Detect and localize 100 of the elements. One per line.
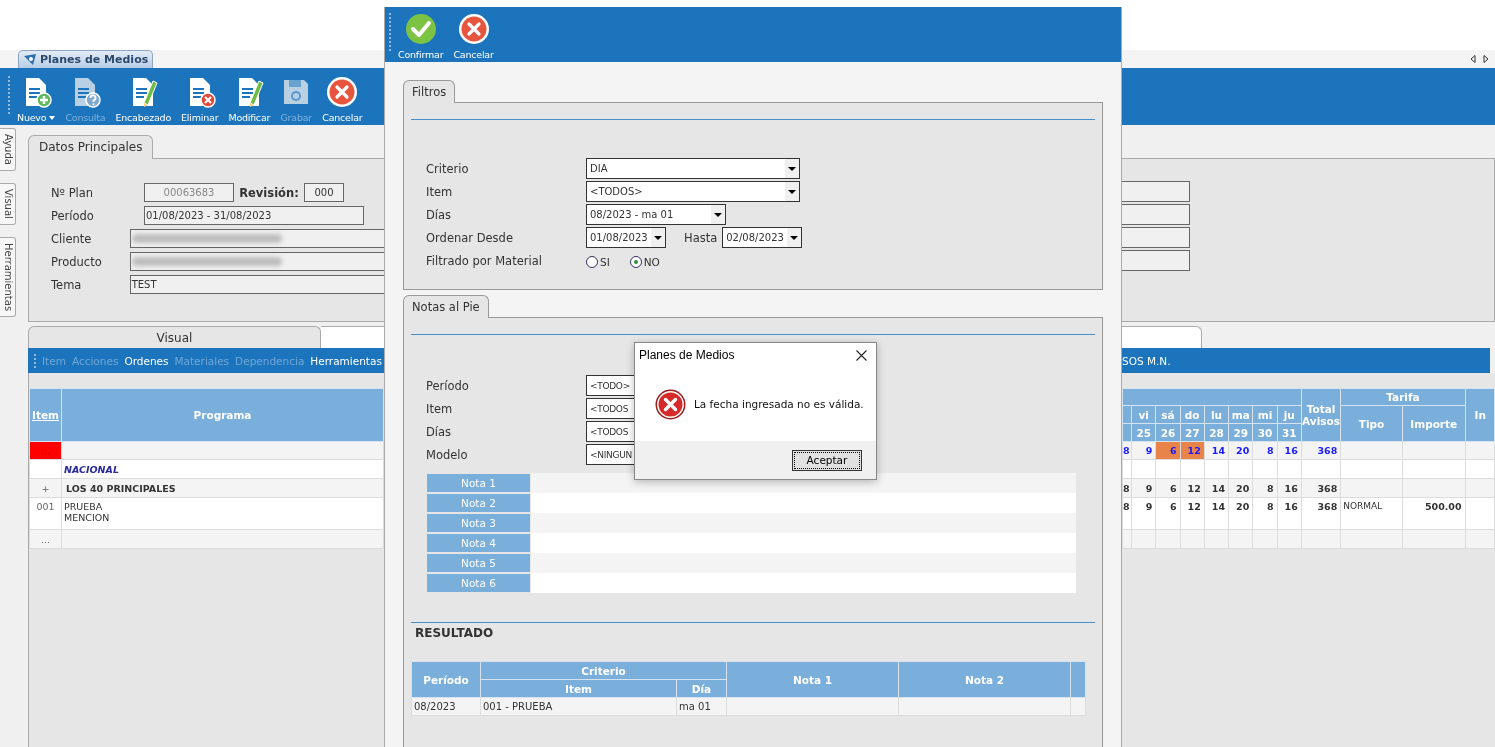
- table-cell: NORMAL: [1340, 497, 1403, 530]
- input-field[interactable]: TEST: [129, 275, 384, 294]
- column-header: Tarifa: [1340, 388, 1466, 406]
- field-label: Hasta: [684, 230, 718, 245]
- dropdown[interactable]: 08/2023 - ma 01: [586, 204, 726, 225]
- tab[interactable]: Datos Principales: [28, 135, 154, 159]
- table-cell: 6: [1155, 478, 1181, 498]
- table-cell: 20: [1228, 441, 1253, 460]
- field-label: Producto: [51, 254, 103, 269]
- table-cell: 368: [1301, 441, 1341, 460]
- field-label: Cliente: [51, 231, 93, 246]
- table-cell: NACIONAL: [61, 459, 384, 479]
- table-cell: 12: [1180, 478, 1205, 498]
- app-tab[interactable]: Planes de Medios: [18, 50, 154, 68]
- field-label: Período: [51, 208, 95, 223]
- note-label: Nota 6: [426, 573, 531, 593]
- scroll-left-icon[interactable]: [1470, 55, 1476, 63]
- tab[interactable]: Filtros: [403, 80, 456, 103]
- section-title: RESULTADO: [415, 626, 495, 640]
- tab[interactable]: Visual: [28, 326, 321, 349]
- scroll-right-icon[interactable]: [1483, 55, 1489, 63]
- menu-item[interactable]: SOS M.N.: [1122, 354, 1171, 367]
- table-cell: 001: [29, 497, 62, 530]
- table-cell: 9: [1131, 497, 1156, 530]
- dropdown[interactable]: <TODOS>: [586, 181, 800, 202]
- toolbar-button[interactable]: Eliminar: [176, 70, 224, 123]
- field-label: Filtrado por Material: [426, 253, 543, 268]
- radio-button[interactable]: SI: [586, 253, 610, 268]
- radio-button[interactable]: NO: [629, 253, 660, 268]
- tab[interactable]: Notas al Pie: [403, 295, 489, 318]
- input-field[interactable]: 01/08/2023 - 31/08/2023: [144, 206, 364, 225]
- table-cell: 14: [1204, 478, 1229, 498]
- dropdown[interactable]: DIA: [586, 158, 800, 179]
- field-label: Item: [426, 401, 454, 416]
- table-cell: 500.00: [1402, 497, 1466, 530]
- table-cell: 20: [1228, 497, 1253, 530]
- input-field[interactable]: [1122, 204, 1190, 225]
- date-picker[interactable]: 01/08/2023: [586, 227, 666, 248]
- dialog-title: Planes de Medios: [639, 348, 735, 362]
- input-field[interactable]: [129, 229, 384, 248]
- field-label: Criterio: [426, 161, 470, 176]
- table-cell: LOS 40 PRINCIPALES: [61, 478, 384, 498]
- field-label: Días: [426, 424, 453, 439]
- table-cell: +: [29, 478, 62, 498]
- side-tab[interactable]: Visual: [0, 182, 16, 225]
- field-label: Ordenar Desde: [426, 230, 514, 245]
- table-cell: 9: [1131, 441, 1156, 460]
- error-message: La fecha ingresada no es válida.: [694, 398, 864, 410]
- table-cell: PRUEBA MENCION: [61, 497, 384, 530]
- cancel-icon: [457, 13, 490, 45]
- table-cell: 16: [1277, 441, 1302, 460]
- column-header: Criterio: [480, 661, 727, 680]
- note-label: Nota 4: [426, 533, 531, 553]
- note-label: Nota 3: [426, 513, 531, 533]
- input-field[interactable]: [1122, 250, 1190, 271]
- field-label: Período: [426, 378, 470, 393]
- toolbar-button[interactable]: Cancelar: [448, 7, 499, 62]
- toolbar-button[interactable]: Cancelar: [317, 70, 368, 123]
- table-cell: 16: [1277, 478, 1302, 498]
- toolbar-button[interactable]: Confirmar: [393, 7, 449, 62]
- table-cell: 16: [1277, 497, 1302, 530]
- field-label: Días: [426, 207, 453, 222]
- input-field[interactable]: [129, 252, 384, 271]
- side-tab[interactable]: Herramientas: [0, 236, 16, 317]
- input-field[interactable]: [1122, 181, 1190, 202]
- ok-button[interactable]: Aceptar: [792, 449, 862, 471]
- side-tab[interactable]: Ayuda: [0, 128, 16, 171]
- table-cell: 6: [1155, 497, 1181, 530]
- cancel-icon: [326, 76, 359, 108]
- table-cell: 368: [1301, 478, 1341, 498]
- field-label: Item: [426, 184, 454, 199]
- date-picker[interactable]: 02/08/2023: [722, 227, 803, 248]
- menu-item[interactable]: Herramientas: [310, 354, 382, 367]
- tab[interactable]: [321, 326, 384, 349]
- table-cell: 8: [1252, 441, 1278, 460]
- field-label: Revisión:: [238, 185, 300, 200]
- table-cell: 14: [1204, 441, 1229, 460]
- close-icon[interactable]: [856, 349, 867, 361]
- table-cell: 20: [1228, 478, 1253, 498]
- toolbar-button[interactable]: Encabezado: [110, 70, 177, 123]
- check-icon: [404, 13, 437, 45]
- table-cell: 9: [1131, 478, 1156, 498]
- table-cell: 368: [1301, 497, 1341, 530]
- menu-item[interactable]: Ordenes: [124, 354, 169, 367]
- input-field[interactable]: 000: [304, 183, 344, 202]
- input-field[interactable]: 00063683: [144, 183, 234, 202]
- table-cell: 8: [1252, 497, 1278, 530]
- toolbar-button[interactable]: Modificar: [223, 70, 276, 123]
- field-label: Tema: [51, 277, 83, 292]
- note-label: Nota 5: [426, 553, 531, 573]
- input-field[interactable]: [1122, 227, 1190, 248]
- table-cell: ...: [29, 529, 62, 549]
- toolbar-button[interactable]: Nuevo: [12, 70, 61, 123]
- table-cell: 14: [1204, 497, 1229, 530]
- table-cell: 8: [1252, 478, 1278, 498]
- note-label: Nota 1: [426, 473, 531, 493]
- field-label: Modelo: [426, 447, 469, 462]
- app-logo-icon: [23, 53, 37, 66]
- field-label: Nº Plan: [51, 185, 95, 200]
- error-icon: [655, 388, 686, 420]
